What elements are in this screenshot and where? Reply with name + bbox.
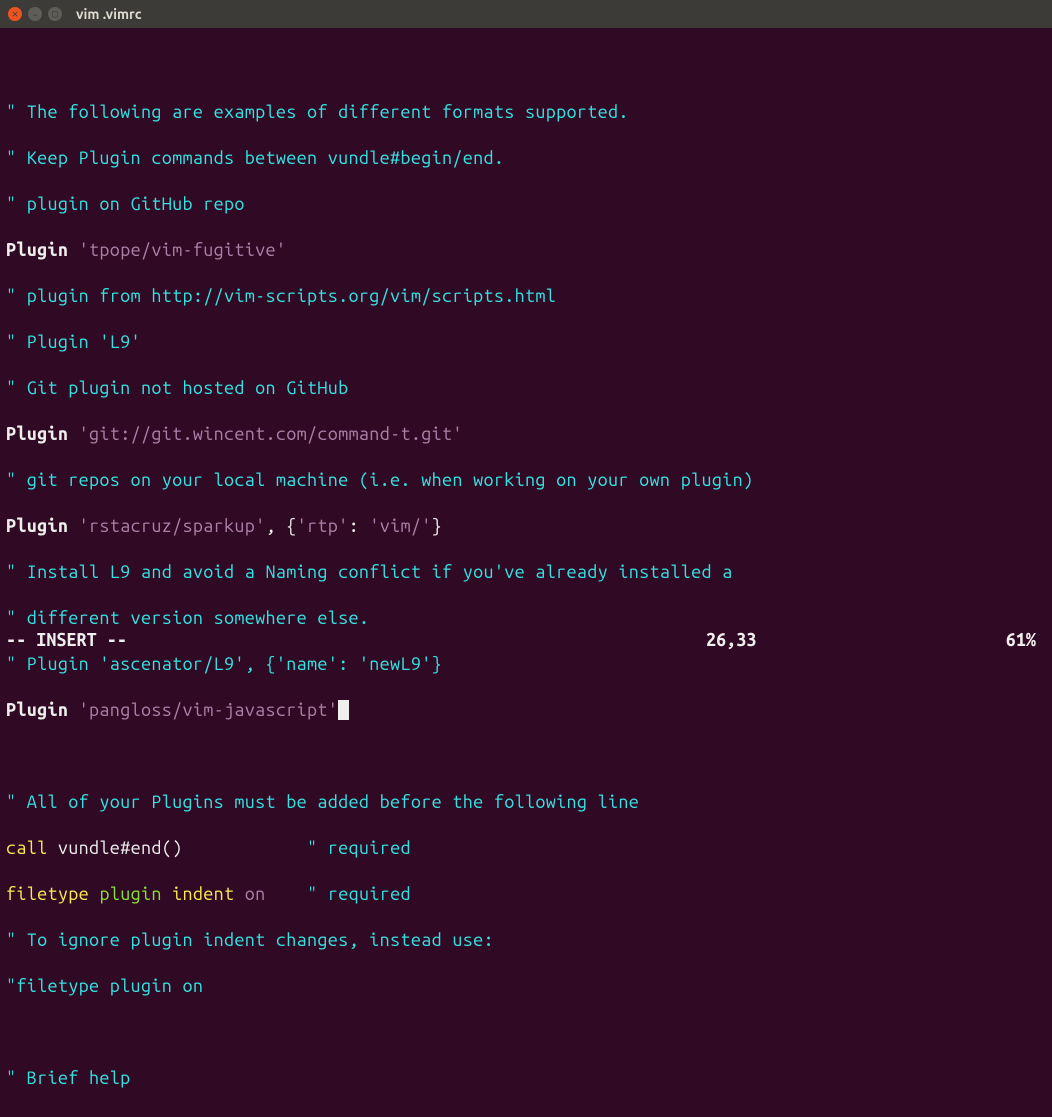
close-icon[interactable]: ✕ — [8, 7, 22, 21]
cursor-position: 26,33 — [706, 630, 926, 650]
editor-line: Plugin 'rstacruz/sparkup', {'rtp': 'vim/… — [6, 515, 1046, 538]
editor-line: Plugin 'git://git.wincent.com/command-t.… — [6, 423, 1046, 446]
maximize-icon[interactable]: ▢ — [48, 7, 62, 21]
editor-line: Plugin 'pangloss/vim-javascript' — [6, 699, 1046, 722]
comment-text: "filetype plugin on — [6, 976, 203, 996]
function-call: vundle#end() — [48, 838, 308, 858]
call-keyword: call — [6, 838, 48, 858]
comment-text: " Plugin 'L9' — [6, 332, 141, 352]
plugin-option: plugin — [99, 884, 161, 904]
on-option: on — [245, 884, 266, 904]
comment-text: " required — [307, 838, 411, 858]
plugin-string: 'pangloss/vim-javascript' — [79, 700, 339, 720]
plain-text: : — [349, 516, 370, 536]
editor-line: Plugin 'tpope/vim-fugitive' — [6, 239, 1046, 262]
editor-line: " Install L9 and avoid a Naming conflict… — [6, 561, 1046, 584]
comment-text: " git repos on your local machine (i.e. … — [6, 470, 753, 490]
plugin-keyword: Plugin — [6, 424, 68, 444]
comment-text: " plugin on GitHub repo — [6, 194, 245, 214]
terminal-content[interactable]: " The following are examples of differen… — [0, 28, 1052, 1117]
editor-line — [6, 745, 1046, 768]
plugin-keyword: Plugin — [6, 516, 68, 536]
window-controls: ✕ − ▢ — [8, 7, 62, 21]
plugin-keyword: Plugin — [6, 700, 68, 720]
editor-line: " All of your Plugins must be added befo… — [6, 791, 1046, 814]
window-titlebar: ✕ − ▢ vim .vimrc — [0, 0, 1052, 28]
editor-line: " Keep Plugin commands between vundle#be… — [6, 147, 1046, 170]
editor-line: " Plugin 'L9' — [6, 331, 1046, 354]
comment-text: " All of your Plugins must be added befo… — [6, 792, 639, 812]
vim-statusline: -- INSERT -- 26,33 61% — [6, 630, 1046, 650]
cursor-icon — [338, 700, 349, 720]
comment-text: " Plugin 'ascenator/L9', {'name': 'newL9… — [6, 654, 442, 674]
comment-text: " To ignore plugin indent changes, inste… — [6, 930, 494, 950]
plugin-keyword: Plugin — [6, 240, 68, 260]
plugin-string: 'tpope/vim-fugitive' — [79, 240, 287, 260]
editor-line: " Git plugin not hosted on GitHub — [6, 377, 1046, 400]
indent-option: indent — [172, 884, 234, 904]
option-value: 'vim/' — [369, 516, 431, 536]
editor-line: filetype plugin indent on " required — [6, 883, 1046, 906]
editor-line: " different version somewhere else. — [6, 607, 1046, 630]
editor-line: "filetype plugin on — [6, 975, 1046, 998]
plain-text: , { — [266, 516, 297, 536]
editor-line: " The following are examples of differen… — [6, 101, 1046, 124]
scroll-percent: 61% — [926, 630, 1046, 650]
filetype-keyword: filetype — [6, 884, 89, 904]
window-title: vim .vimrc — [76, 6, 142, 22]
minimize-icon[interactable]: − — [28, 7, 42, 21]
vim-mode: -- INSERT -- — [6, 630, 706, 650]
editor-line: " git repos on your local machine (i.e. … — [6, 469, 1046, 492]
editor-line: " Brief help — [6, 1067, 1046, 1090]
comment-text: " The following are examples of differen… — [6, 102, 629, 122]
plain-text: } — [432, 516, 442, 536]
editor-line: " plugin on GitHub repo — [6, 193, 1046, 216]
plugin-string: 'rstacruz/sparkup' — [79, 516, 266, 536]
comment-text: " different version somewhere else. — [6, 608, 369, 628]
comment-text: " Install L9 and avoid a Naming conflict… — [6, 562, 733, 582]
editor-line: " Plugin 'ascenator/L9', {'name': 'newL9… — [6, 653, 1046, 676]
plugin-string: 'git://git.wincent.com/command-t.git' — [79, 424, 463, 444]
comment-text: " required — [307, 884, 411, 904]
editor-line: " plugin from http://vim-scripts.org/vim… — [6, 285, 1046, 308]
comment-text: " plugin from http://vim-scripts.org/vim… — [6, 286, 556, 306]
editor-line — [6, 1021, 1046, 1044]
comment-text: " Keep Plugin commands between vundle#be… — [6, 148, 504, 168]
comment-text: " Brief help — [6, 1068, 131, 1088]
comment-text: " Git plugin not hosted on GitHub — [6, 378, 349, 398]
editor-line — [6, 55, 1046, 78]
editor-line: " To ignore plugin indent changes, inste… — [6, 929, 1046, 952]
editor-line: call vundle#end() " required — [6, 837, 1046, 860]
option-key: 'rtp' — [297, 516, 349, 536]
